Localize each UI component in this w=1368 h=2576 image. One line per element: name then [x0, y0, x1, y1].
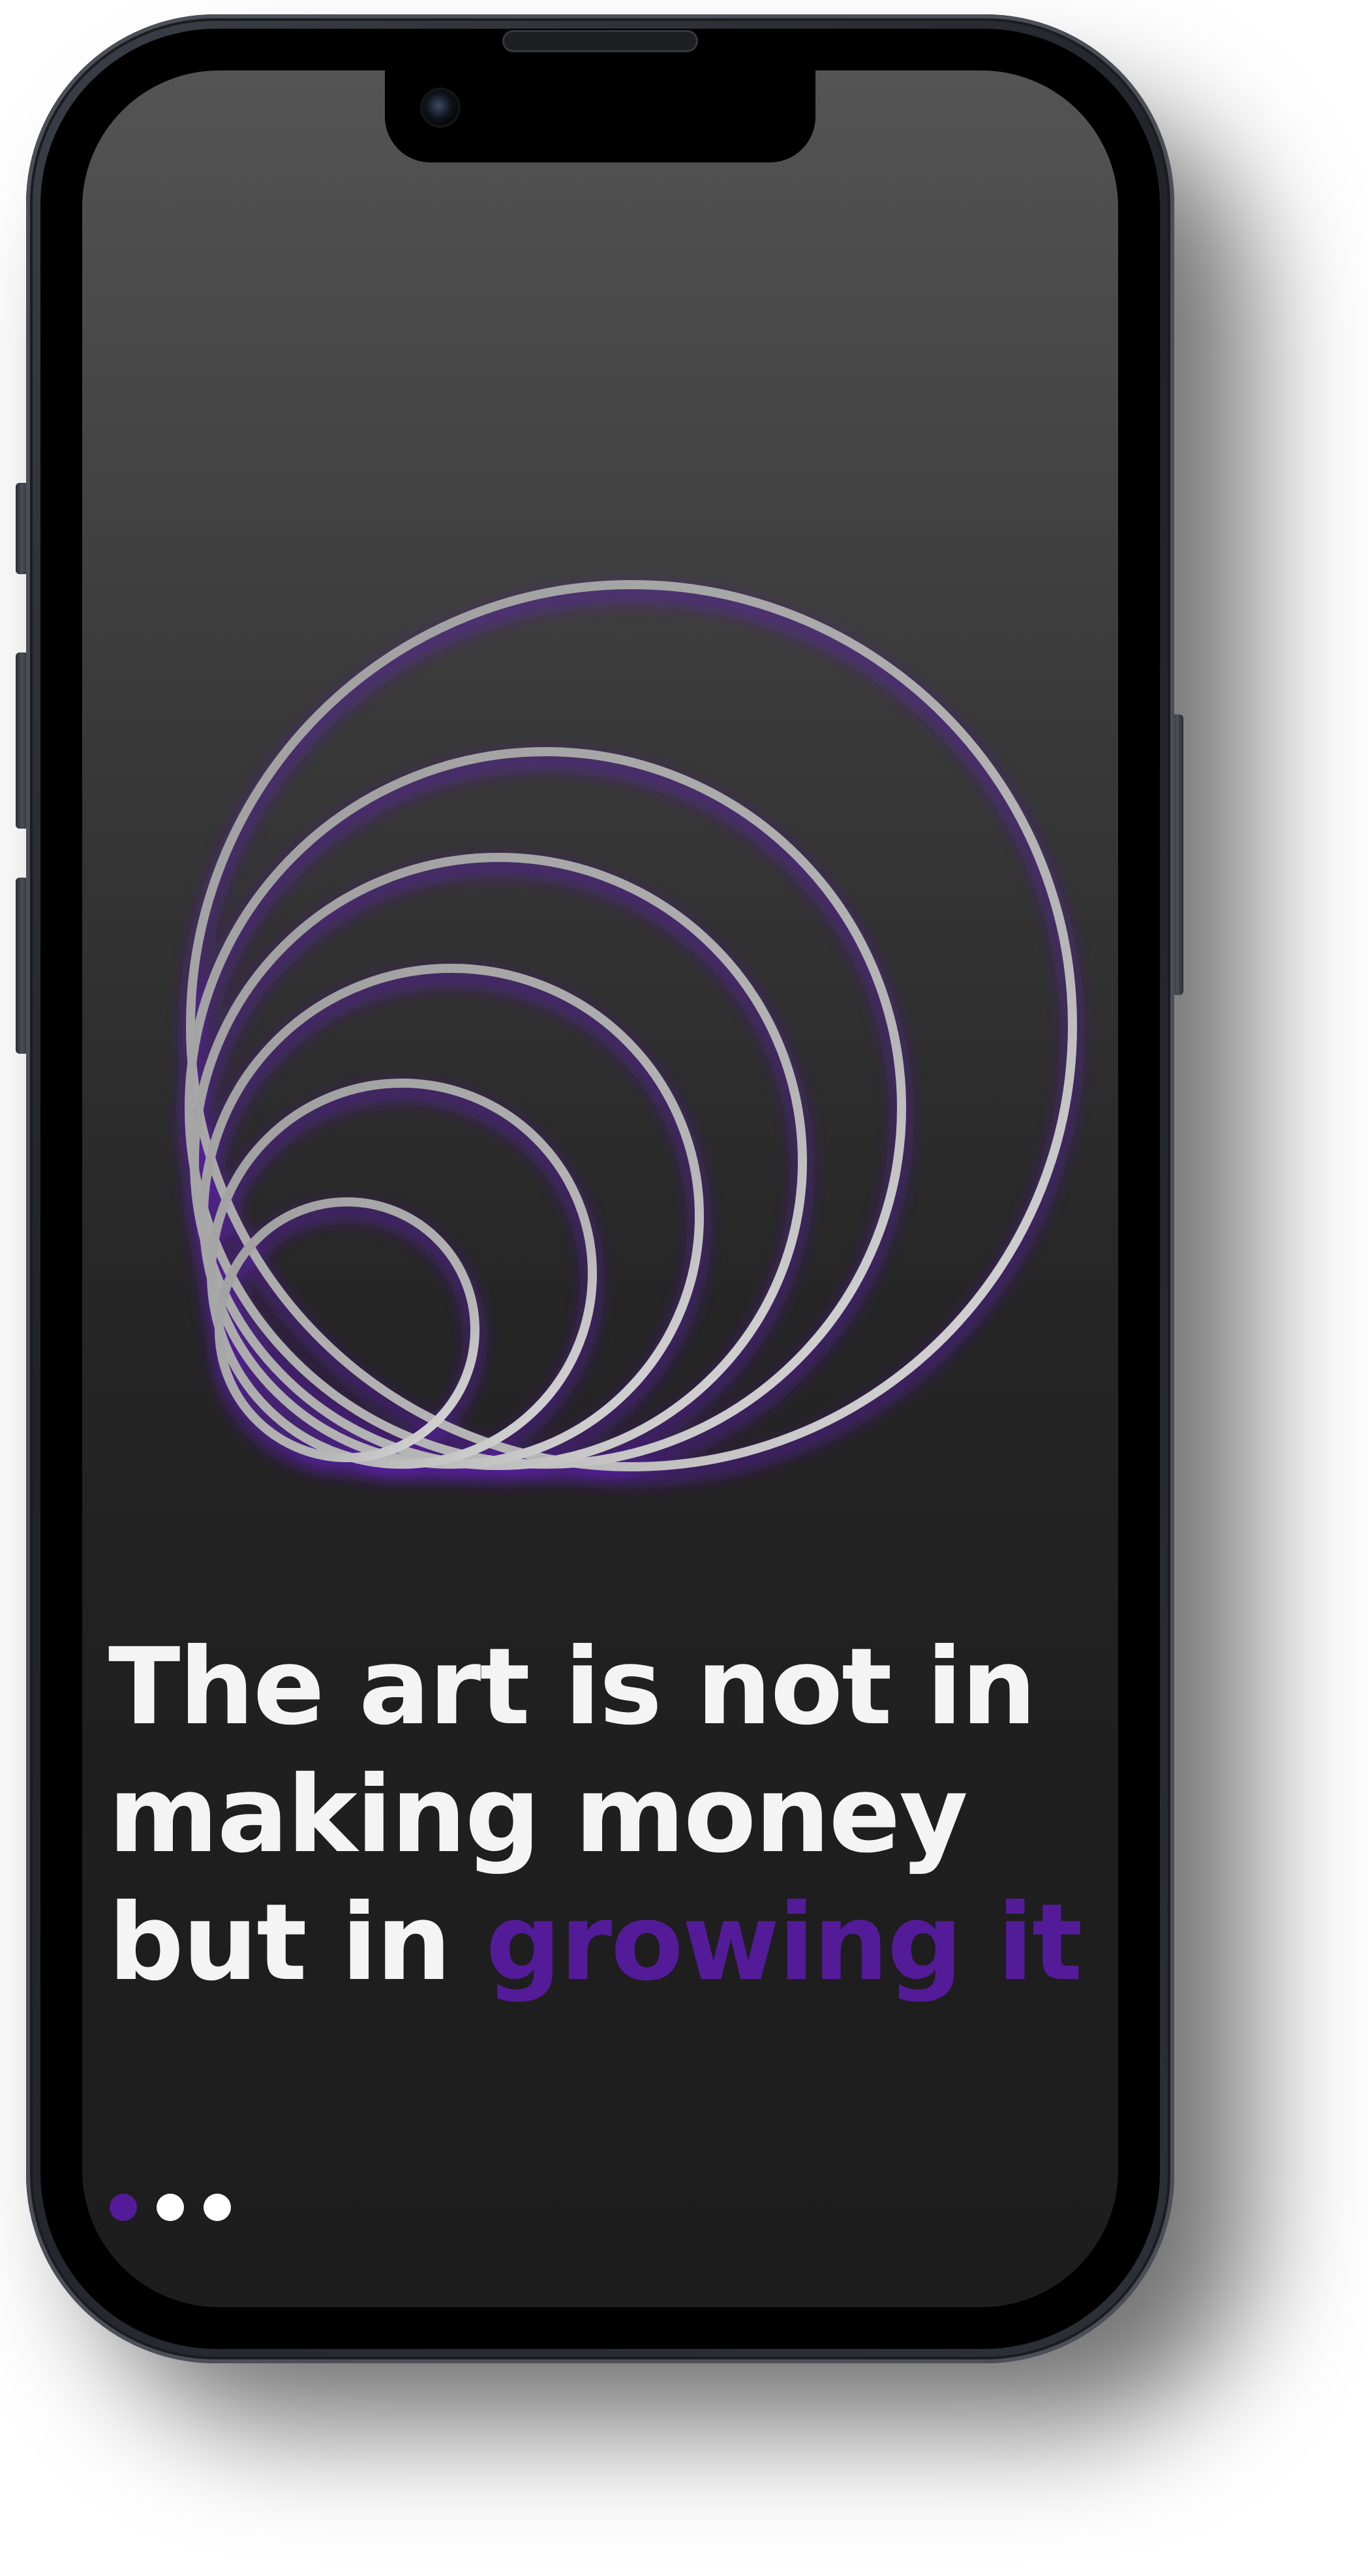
ring-1	[186, 580, 1077, 1471]
speaker-grille	[502, 30, 698, 52]
page-dot-2[interactable]	[157, 2194, 184, 2221]
page-indicator	[110, 2194, 231, 2221]
app-screen: The art is not in making money but in gr…	[82, 70, 1118, 2307]
headline-highlight: growing it	[485, 1882, 1082, 2004]
ring-3	[190, 853, 807, 1470]
onboarding-headline: The art is not in making money but in gr…	[108, 1623, 1100, 2007]
page-dot-3[interactable]	[204, 2194, 231, 2221]
front-camera-icon	[423, 90, 458, 125]
ring-4	[199, 964, 704, 1469]
display-notch	[385, 70, 815, 162]
page-dot-1[interactable]	[110, 2194, 137, 2221]
mockup-stage: The art is not in making money but in gr…	[0, 0, 1368, 2576]
